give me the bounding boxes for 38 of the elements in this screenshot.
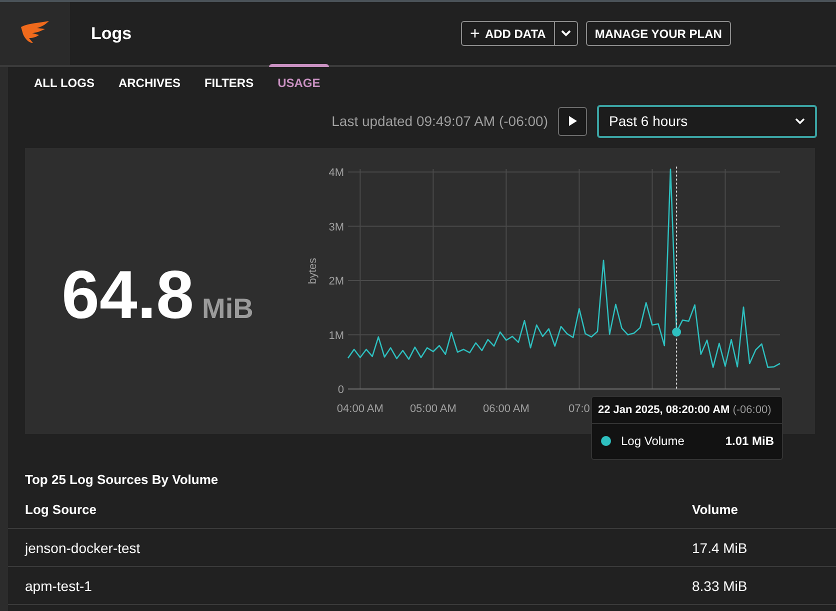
manage-plan-button[interactable]: MANAGE YOUR PLAN — [586, 21, 731, 46]
y-axis-label: 3M — [328, 221, 344, 234]
column-header: Volume — [692, 502, 738, 517]
add-data-button[interactable]: + ADD DATA — [461, 21, 555, 46]
page-title: Logs — [91, 24, 133, 44]
y-axis-label: 0 — [338, 384, 344, 396]
x-axis-label: 06:00 AM — [482, 403, 530, 415]
tab[interactable]: USAGE — [268, 64, 330, 91]
total-volume: 64.8 — [62, 256, 194, 334]
tab[interactable]: ALL LOGS — [25, 64, 104, 91]
series-value: 1.01 MiB — [725, 434, 774, 448]
last-updated-text: Last updated 09:49:07 AM (-06:00) — [332, 113, 548, 129]
tooltip-date: 22 Jan 2025, 08:20:00 AM (-06:00) — [592, 397, 782, 424]
logo-tile[interactable] — [0, 2, 70, 65]
time-range-select[interactable]: Past 6 hours — [597, 104, 817, 138]
tab[interactable]: FILTERS — [195, 64, 263, 91]
y-axis-title: bytes — [307, 258, 319, 284]
column-header: Log Source — [25, 502, 98, 517]
volume-unit: MiB — [202, 293, 254, 325]
y-axis-label: 1M — [328, 330, 344, 342]
y-axis-label: 2M — [328, 276, 344, 288]
table-cell-text: jenson-docker-test — [25, 540, 142, 556]
table-cell: 17.4 MiB — [692, 540, 748, 556]
tab[interactable]: ARCHIVES — [109, 64, 190, 91]
dropdown-button[interactable] — [554, 21, 578, 46]
caret-icon — [560, 30, 571, 37]
hover-point — [672, 328, 682, 337]
table-cell-text: apm-test-1 — [25, 578, 93, 594]
table-cell: 8.33 MiB — [692, 578, 748, 594]
y-axis-label: 4M — [328, 167, 344, 179]
play-button[interactable] — [558, 106, 587, 136]
series-name: Log Volume — [621, 434, 686, 448]
x-axis-label: 04:00 AM — [336, 403, 384, 415]
x-axis-label: 07:0 — [568, 403, 590, 415]
play-icon — [568, 116, 576, 126]
chevron-icon — [795, 118, 805, 124]
table-title: Top 25 Log Sources By Volume — [25, 472, 220, 487]
x-axis-label: 05:00 AM — [410, 403, 456, 415]
